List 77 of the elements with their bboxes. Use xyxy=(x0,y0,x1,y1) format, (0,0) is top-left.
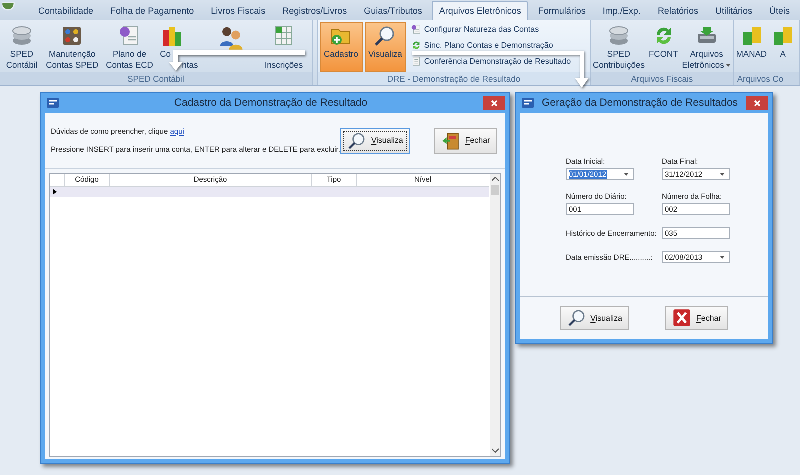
close-icon xyxy=(754,100,760,106)
ribbon-button[interactable]: Cadastro xyxy=(320,22,362,72)
button-label: Co xyxy=(160,49,172,60)
scroll-down-icon[interactable] xyxy=(492,448,498,453)
group-title: Arquivos Co xyxy=(737,74,784,84)
scroll-thumb[interactable] xyxy=(491,185,499,195)
scrollbar[interactable] xyxy=(490,174,500,456)
ribbon-button[interactable]: Arquivos Eletrônicos xyxy=(680,22,734,72)
ribbon-button[interactable]: Plano de Contas ECD xyxy=(102,22,157,72)
window-title: Geração da Demonstração de Resultados xyxy=(540,97,740,109)
sync-icon xyxy=(411,40,422,50)
document-icon xyxy=(411,56,422,66)
dialog-button[interactable]: Fechar xyxy=(665,306,728,330)
window-title: Cadastro da Demonstração de Resultado xyxy=(173,97,369,109)
ribbon-button[interactable]: MANAD xyxy=(734,22,770,72)
close-icon xyxy=(490,100,498,106)
ribbon-tab[interactable]: Guias/Tributos xyxy=(357,1,430,20)
button-label: A xyxy=(780,49,786,60)
button-label: Arquivos xyxy=(690,49,724,60)
ribbon-tab[interactable]: Arquivos Eletrônicos xyxy=(432,1,528,20)
scroll-up-icon[interactable] xyxy=(492,177,498,182)
ribbon-menu-item[interactable]: Conferência Demonstração de Resultado xyxy=(411,54,572,68)
ribbon-tab[interactable]: Utilitários xyxy=(708,1,760,20)
ribbon-tab[interactable]: Folha de Pagamento xyxy=(104,1,202,20)
caret-icon xyxy=(720,172,725,176)
dialog-button[interactable]: Fechar xyxy=(434,128,498,154)
caret-icon xyxy=(624,172,629,176)
ribbon-button[interactable]: SPED Contábil xyxy=(2,22,42,72)
button-label: Contábil xyxy=(6,60,38,71)
ribbon-button[interactable]: Co ntas xyxy=(159,22,206,72)
search-icon xyxy=(566,308,587,328)
ribbon-button[interactable]: SPED Contribuições xyxy=(591,22,647,72)
row-pointer-icon xyxy=(53,189,57,195)
close-button[interactable] xyxy=(746,96,768,110)
button-label: Contas SPED xyxy=(46,60,99,71)
ribbon-tab[interactable]: Úteis xyxy=(762,1,797,20)
ribbon-tab[interactable]: Relatórios xyxy=(650,1,706,20)
button-label: SPED xyxy=(607,49,631,60)
button-label: Contribuições xyxy=(593,60,645,71)
button-label: Eletrônicos xyxy=(682,60,732,71)
group-title: SPED Contábil xyxy=(128,74,184,84)
app-logo-icon xyxy=(522,98,534,108)
document-icon xyxy=(411,24,422,34)
disk-stack-icon xyxy=(606,24,631,48)
ribbon-button[interactable]: A xyxy=(769,22,798,72)
ribbon-tab[interactable]: Livros Fiscais xyxy=(204,1,273,20)
button-label: Inscrições xyxy=(264,60,304,71)
button-label: ntas xyxy=(181,60,198,71)
button-label: Manutenção xyxy=(48,49,96,60)
dialog-button[interactable]: Visualiza xyxy=(340,128,410,154)
ribbon-tab[interactable]: Imp./Exp. xyxy=(596,1,648,20)
ribbon-tab[interactable]: Contabilidade xyxy=(32,1,101,20)
group-title: DRE - Demonstração de Resultado xyxy=(387,74,521,84)
disk-stack-icon xyxy=(10,24,34,48)
ribbon-button[interactable]: FCONT xyxy=(646,22,680,72)
button-label: SPED xyxy=(10,49,34,60)
dialog-button[interactable]: Visualiza xyxy=(560,306,630,330)
caret-icon xyxy=(720,256,725,258)
close-button[interactable] xyxy=(483,96,505,110)
ribbon-menu-item[interactable]: Configurar Natureza das Contas xyxy=(411,22,572,36)
button-label: Plano de xyxy=(113,49,147,60)
button-label: Contas ECD xyxy=(106,60,154,71)
ribbon-button[interactable]: Inscrições xyxy=(258,22,310,72)
close-icon xyxy=(672,308,692,328)
ribbon-button[interactable]: Visualiza xyxy=(364,22,406,72)
button-label: Visualiza xyxy=(368,49,402,60)
ribbon-tab[interactable]: Formulários xyxy=(531,1,593,20)
group-title: Arquivos Fiscais xyxy=(631,74,694,84)
button-label: MANAD xyxy=(736,49,768,60)
door-icon xyxy=(441,130,462,150)
ribbon-button[interactable]: Manutenção Contas SPED xyxy=(44,22,100,72)
app-logo-icon xyxy=(47,98,59,108)
button-label: Cadastro xyxy=(324,49,358,60)
ribbon-tab[interactable]: Registros/Livros xyxy=(276,1,354,20)
ribbon-menu-item[interactable]: Sinc. Plano Contas e Demonstração xyxy=(411,38,572,52)
search-icon xyxy=(347,130,368,150)
button-label: FCONT xyxy=(648,49,678,60)
